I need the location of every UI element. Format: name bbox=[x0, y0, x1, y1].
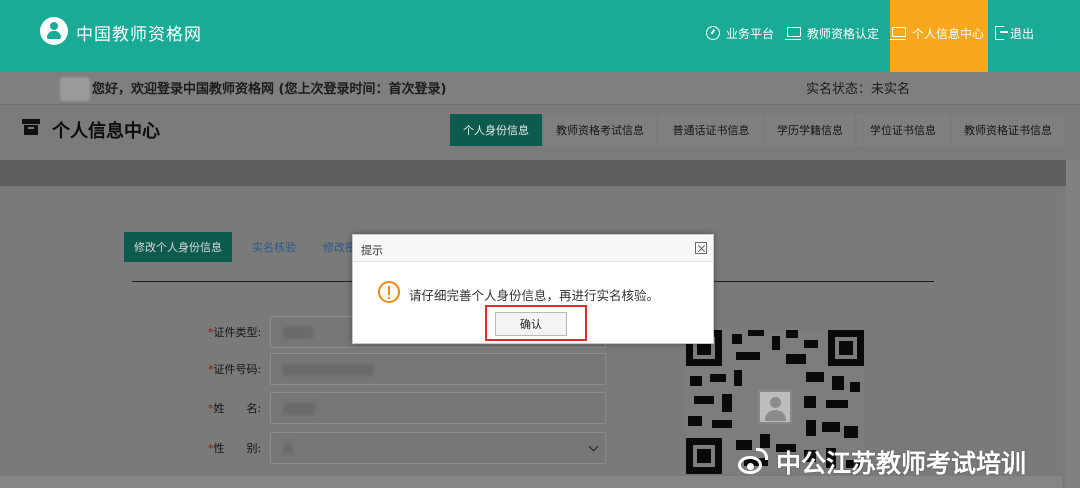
title-row: 个人信息中心 个人身份信息 教师资格考试信息 普通话证书信息 学历学籍信息 学位… bbox=[0, 104, 1080, 160]
field-label-id-number: *证件号码: bbox=[208, 363, 262, 376]
nav-label: 退出 bbox=[1010, 26, 1035, 41]
top-navigation-bar: 中国教师资格网 业务平台 教师资格认定 个人信息中心 退出 bbox=[0, 0, 1080, 72]
chevron-down-icon bbox=[588, 441, 599, 452]
dialog-header: 提示 bbox=[353, 235, 713, 262]
dialog-title: 提示 bbox=[361, 244, 383, 257]
site-logo-icon[interactable] bbox=[40, 17, 68, 45]
weibo-icon bbox=[736, 448, 770, 476]
nav-label: 业务平台 bbox=[726, 26, 775, 41]
welcome-message: 您好，欢迎登录中国教师资格网 (您上次登录时间：首次登录) bbox=[92, 82, 447, 97]
nav-logout[interactable]: 退出 bbox=[995, 24, 1034, 42]
field-label-id-type: *证件类型: bbox=[208, 326, 262, 339]
avatar bbox=[60, 77, 90, 101]
warning-icon bbox=[378, 281, 400, 303]
welcome-bar: 您好，欢迎登录中国教师资格网 (您上次登录时间：首次登录) 实名状态：未实名 bbox=[0, 72, 1080, 104]
subtab-edit-identity[interactable]: 修改个人身份信息 bbox=[124, 232, 232, 262]
subtab-realname-verify[interactable]: 实名核验 bbox=[252, 232, 296, 262]
screen: 中国教师资格网 业务平台 教师资格认定 个人信息中心 退出 您好，欢迎登录中国教… bbox=[0, 0, 1080, 488]
close-icon[interactable] bbox=[695, 242, 707, 254]
name-field[interactable] bbox=[270, 392, 606, 424]
tab-mandarin-certificate[interactable]: 普通话证书信息 bbox=[659, 114, 763, 146]
nav-personal-info-center[interactable]: 个人信息中心 bbox=[890, 24, 985, 42]
tab-degree-certificate[interactable]: 学位证书信息 bbox=[857, 114, 949, 146]
section-divider-strip bbox=[0, 160, 1080, 186]
monitor-icon bbox=[890, 27, 906, 40]
monitor-icon bbox=[785, 27, 801, 40]
page-title: 个人信息中心 bbox=[52, 121, 160, 142]
dialog-message: 请仔细完善个人身份信息，再进行实名核验。 bbox=[409, 288, 660, 303]
gender-select[interactable] bbox=[270, 432, 606, 464]
nav-business-platform[interactable]: 业务平台 bbox=[706, 24, 774, 42]
tab-education-records[interactable]: 学历学籍信息 bbox=[766, 114, 854, 146]
sign-out-icon bbox=[995, 26, 1008, 40]
confirm-button[interactable]: 确认 bbox=[495, 312, 567, 336]
tab-personal-identity[interactable]: 个人身份信息 bbox=[450, 114, 542, 146]
nav-label: 个人信息中心 bbox=[912, 26, 985, 41]
vertical-scrollbar[interactable] bbox=[1066, 160, 1080, 488]
field-label-gender: *性 别: bbox=[208, 442, 262, 455]
site-name[interactable]: 中国教师资格网 bbox=[76, 20, 202, 45]
qr-avatar-icon bbox=[758, 390, 792, 424]
archive-icon bbox=[22, 119, 40, 135]
id-number-field[interactable] bbox=[270, 353, 606, 385]
field-label-name: *姓 名: bbox=[208, 402, 262, 415]
dashboard-icon bbox=[706, 26, 720, 40]
prompt-dialog: 提示 请仔细完善个人身份信息，再进行实名核验。 确认 bbox=[352, 234, 714, 344]
realname-status: 实名状态：未实名 bbox=[806, 82, 911, 97]
weibo-watermark: 中公江苏教师考试培训 bbox=[736, 442, 1026, 482]
tab-exam-info[interactable]: 教师资格考试信息 bbox=[544, 114, 656, 146]
watermark-text: 中公江苏教师考试培训 bbox=[776, 449, 1027, 478]
tab-teacher-certificate[interactable]: 教师资格证书信息 bbox=[952, 114, 1064, 146]
nav-label: 教师资格认定 bbox=[807, 26, 880, 41]
nav-teacher-certification[interactable]: 教师资格认定 bbox=[785, 24, 880, 42]
